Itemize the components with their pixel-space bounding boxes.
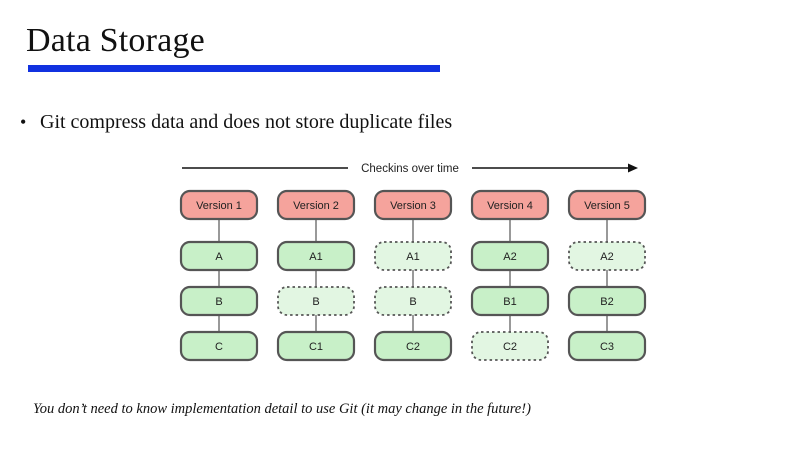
file-label: C2 — [503, 341, 517, 353]
file-label: C1 — [309, 341, 323, 353]
checkins-diagram: Checkins over time Version 1 A B C Version 2 A… — [170, 152, 650, 367]
bullet-dot-icon: • — [20, 112, 27, 132]
file-label: C — [215, 341, 223, 353]
file-label: B — [312, 296, 319, 308]
file-label: C3 — [600, 341, 614, 353]
file-label: C2 — [406, 341, 420, 353]
file-label: B2 — [600, 296, 613, 308]
file-label: A1 — [406, 251, 419, 263]
caption: You don’t need to know implementation de… — [33, 401, 531, 417]
file-label: A2 — [600, 251, 613, 263]
file-label: B — [409, 296, 416, 308]
checkins-diagram-svg: Checkins over time Version 1 A B C Version 2 A… — [179, 163, 647, 362]
file-label: A — [215, 251, 223, 263]
timeline-label: Checkins over time — [361, 163, 459, 175]
slide-title: Data Storage — [26, 22, 205, 59]
file-label: B1 — [503, 296, 516, 308]
file-label: A2 — [503, 251, 516, 263]
bullet-item: • Git compress data and does not store d… — [20, 111, 452, 134]
version-label: Version 3 — [390, 200, 436, 212]
title-underline — [28, 65, 440, 72]
version-label: Version 5 — [584, 200, 630, 212]
version-label: Version 2 — [293, 200, 339, 212]
timeline-arrowhead-icon — [628, 163, 638, 173]
file-label: B — [215, 296, 222, 308]
version-label: Version 1 — [196, 200, 242, 212]
file-label: A1 — [309, 251, 322, 263]
bullet-text: Git compress data and does not store dup… — [40, 111, 453, 133]
version-label: Version 4 — [487, 200, 533, 212]
